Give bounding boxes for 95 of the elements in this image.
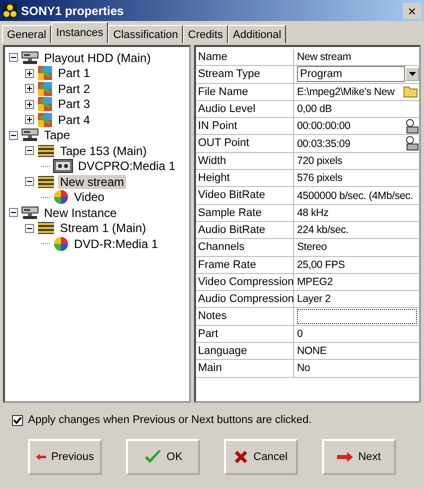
- expander-icon[interactable]: [25, 177, 34, 186]
- property-name: Audio BitRate: [196, 222, 294, 238]
- property-name: Channels: [196, 239, 294, 256]
- expander-icon[interactable]: [9, 208, 18, 218]
- property-value: New stream: [297, 51, 352, 64]
- tree-item[interactable]: DVD-R:Media 1: [72, 236, 160, 251]
- expander-icon[interactable]: [25, 115, 34, 124]
- tree-item[interactable]: Playout HDD (Main): [42, 50, 153, 65]
- tab[interactable]: Classification: [108, 25, 184, 43]
- tab[interactable]: Instances: [51, 22, 108, 43]
- dialog-button[interactable]: OK: [126, 439, 200, 475]
- expander-icon[interactable]: [25, 146, 34, 156]
- clock-icon[interactable]: [406, 118, 419, 134]
- checkbox[interactable]: [12, 414, 23, 426]
- window-title: SONY1 properties: [21, 4, 125, 18]
- property-value: 00:03:35:09: [297, 138, 350, 150]
- property-name: Name: [196, 49, 294, 66]
- drive-icon: [21, 128, 39, 142]
- expander-icon[interactable]: [25, 100, 34, 109]
- property-value: 00:00:00:00: [297, 120, 350, 132]
- dialog-button[interactable]: Previous: [28, 439, 102, 475]
- cassette-icon: [53, 159, 73, 174]
- drive-icon: [21, 206, 39, 220]
- property-value: NONE: [297, 345, 327, 358]
- app-icon: [3, 4, 17, 18]
- property-value: No: [297, 362, 310, 374]
- expander-icon[interactable]: [9, 53, 18, 62]
- property-name: File Name: [196, 84, 294, 100]
- property-name: OUT Point: [196, 135, 294, 152]
- tree-item[interactable]: Tape 153 (Main): [58, 144, 149, 158]
- property-name: Part: [196, 326, 294, 342]
- tab[interactable]: General: [2, 25, 52, 43]
- property-name: IN Point: [196, 118, 294, 134]
- property-value: 48 kHz: [297, 206, 328, 219]
- checkbox-label: Apply changes when Previous or Next buttons are clicked.: [28, 414, 312, 426]
- property-value: Stereo: [297, 241, 327, 254]
- property-name: Main: [196, 360, 294, 377]
- drive-icon: [21, 50, 39, 65]
- part-icon: [37, 97, 53, 112]
- tab[interactable]: Credits: [183, 25, 228, 43]
- tree-item[interactable]: Video: [72, 190, 106, 204]
- property-value: 720 pixels: [297, 154, 342, 167]
- tree-item[interactable]: Tape: [42, 128, 72, 142]
- property-value: MPEG2: [297, 276, 333, 288]
- part-icon: [37, 82, 53, 96]
- expander-icon[interactable]: [25, 224, 34, 233]
- tree-item[interactable]: New Instance: [42, 206, 119, 220]
- property-name: Audio Compression: [196, 291, 294, 308]
- expander-icon[interactable]: [25, 84, 34, 94]
- stream-icon: [37, 144, 55, 157]
- tab[interactable]: Additional: [228, 25, 286, 43]
- property-name: Frame Rate: [196, 256, 294, 273]
- property-value: 0: [297, 328, 303, 340]
- part-icon: [37, 66, 53, 80]
- right-arrow-icon: [337, 452, 354, 462]
- property-name: Height: [196, 170, 294, 186]
- property-value: 0,00 dB: [297, 103, 332, 116]
- part-icon: [37, 112, 53, 127]
- property-value: 576 pixels: [297, 172, 342, 184]
- property-value: 224 kb/sec.: [297, 224, 348, 236]
- check-icon: [144, 450, 162, 464]
- property-value: 4500000 b/sec. (4Mb/sec.: [297, 190, 414, 202]
- property-name: Audio Level: [196, 100, 294, 118]
- tree-item[interactable]: DVCPRO:Media 1: [76, 159, 178, 174]
- tree-item[interactable]: Part 3: [56, 97, 92, 112]
- tree-item[interactable]: Part 4: [56, 112, 92, 127]
- property-name: Notes: [196, 308, 294, 325]
- property-name: Sample Rate: [196, 204, 294, 221]
- property-value: 25,00 FPS: [297, 258, 345, 271]
- property-name: Language: [196, 343, 294, 360]
- property-value: Layer 2: [297, 293, 331, 306]
- close-button[interactable]: ×: [403, 2, 421, 18]
- tree-item[interactable]: Part 2: [56, 82, 92, 96]
- tree-item[interactable]: Stream 1 (Main): [58, 221, 148, 236]
- expander-icon[interactable]: [9, 130, 18, 140]
- property-name: Video BitRate: [196, 187, 294, 204]
- stream-icon: [37, 176, 55, 188]
- tree-item[interactable]: Part 1: [56, 66, 92, 80]
- color-wheel-icon: [53, 236, 69, 252]
- property-name: Video Compression: [196, 274, 294, 290]
- dialog-button[interactable]: Cancel: [224, 439, 298, 475]
- color-wheel-icon: [53, 189, 69, 206]
- dropdown[interactable]: Program: [297, 66, 405, 82]
- left-arrow-icon: [36, 452, 46, 462]
- property-value: E:\mpeg2\Mike's New: [297, 86, 394, 98]
- notes-field[interactable]: [297, 309, 417, 324]
- dialog-button[interactable]: Next: [322, 439, 396, 475]
- cross-icon: [234, 450, 248, 464]
- property-name: Width: [196, 152, 294, 170]
- clock-icon[interactable]: [406, 136, 419, 152]
- tree-item[interactable]: New stream: [58, 174, 126, 189]
- folder-icon[interactable]: [403, 85, 419, 98]
- expander-icon[interactable]: [25, 68, 34, 78]
- property-name: Stream Type: [196, 66, 294, 83]
- stream-icon: [37, 222, 55, 234]
